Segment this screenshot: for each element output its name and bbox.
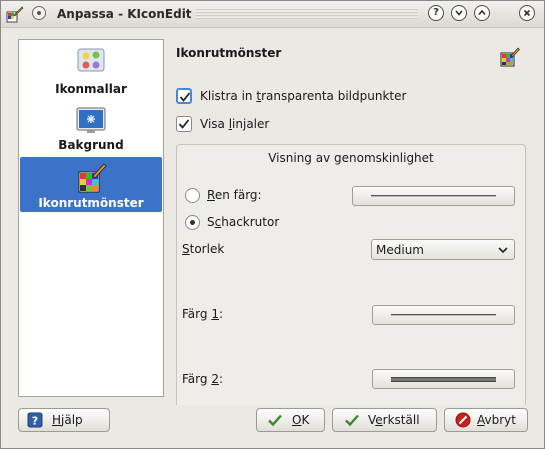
checkmark-icon <box>178 119 190 129</box>
sidebar-item-label: Bakgrund <box>58 138 124 152</box>
checkmark-icon <box>179 92 191 102</box>
apply-button-label: Verkställ <box>368 413 420 427</box>
close-button[interactable] <box>519 5 535 21</box>
paste-transparent-label: Klistra in transparenta bildpunkter <box>200 89 407 103</box>
help-button-label: Hjälp <box>52 413 83 427</box>
cancel-icon <box>455 412 471 428</box>
titlebar-grip <box>196 8 418 19</box>
color1-label: Färg 1: <box>182 307 223 321</box>
page-list-sidebar: Ikonmallar Bakgrund Ikonrutmönster <box>18 39 164 397</box>
color-swatch <box>391 377 496 382</box>
solid-color-picker-button[interactable] <box>352 186 515 206</box>
checkerboard-label: Schackrutor <box>207 215 280 229</box>
page-title: Ikonrutmönster <box>176 46 282 60</box>
apply-button[interactable]: Verkställ <box>332 408 437 432</box>
chevron-down-icon <box>455 10 463 16</box>
help-titlebar-button[interactable]: ? <box>428 5 444 21</box>
group-title: Visning av genomskinlighet <box>268 151 434 165</box>
size-select[interactable]: Medium <box>371 239 515 260</box>
close-icon <box>523 9 531 17</box>
window-menu-icon[interactable] <box>32 6 46 20</box>
sidebar-item-label: Ikonrutmönster <box>38 196 144 210</box>
checkmark-icon <box>268 414 282 427</box>
checkmark-icon <box>345 414 359 427</box>
templates-icon <box>77 48 105 72</box>
minimize-button[interactable] <box>451 5 467 21</box>
show-rulers-checkbox-row[interactable]: Visa linjaler <box>176 116 296 136</box>
chevron-down-icon <box>498 247 508 254</box>
color-swatch <box>371 195 496 197</box>
title-bar[interactable]: Anpassa - KIconEdit ? <box>1 1 544 28</box>
help-icon: ? <box>27 412 43 428</box>
transparency-display-group: Visning av genomskinlighet <box>176 144 526 405</box>
icon-grid-icon <box>78 163 107 193</box>
paste-transparent-checkbox-row[interactable]: Klistra in transparenta bildpunkter <box>176 88 416 108</box>
ok-button-label: OK <box>292 413 310 427</box>
size-select-value: Medium <box>376 243 424 257</box>
cancel-button[interactable]: Avbryt <box>444 408 528 432</box>
background-icon <box>76 107 106 133</box>
paste-transparent-checkbox[interactable] <box>176 88 192 104</box>
help-button[interactable]: ? Hjälp <box>18 408 110 432</box>
svg-text:?: ? <box>32 415 38 428</box>
sidebar-item-templates[interactable]: Ikonmallar <box>20 42 162 98</box>
solid-color-label: Ren färg: <box>207 188 262 202</box>
maximize-button[interactable] <box>474 5 490 21</box>
checkerboard-radio[interactable] <box>185 215 200 230</box>
sidebar-item-background[interactable]: Bakgrund <box>20 100 162 156</box>
window-title: Anpassa - KIconEdit <box>57 7 192 21</box>
dialog-window: Anpassa - KIconEdit ? Ikonmallar Bakgrun… <box>0 0 545 449</box>
show-rulers-checkbox[interactable] <box>176 116 192 132</box>
show-rulers-label: Visa linjaler <box>200 117 270 131</box>
size-label: Storlek <box>182 242 225 256</box>
color-swatch <box>391 314 496 316</box>
ok-button[interactable]: OK <box>256 408 325 432</box>
color2-label: Färg 2: <box>182 372 223 386</box>
icon-grid-icon <box>500 47 520 67</box>
chevron-up-icon <box>478 9 486 16</box>
kiconedit-app-icon[interactable] <box>6 5 24 23</box>
color2-picker-button[interactable] <box>372 369 515 389</box>
sidebar-item-icon-grid[interactable]: Ikonrutmönster <box>20 157 162 212</box>
color1-picker-button[interactable] <box>372 305 515 325</box>
cancel-button-label: Avbryt <box>477 413 516 427</box>
solid-color-radio[interactable] <box>185 188 200 203</box>
sidebar-item-label: Ikonmallar <box>55 82 127 96</box>
